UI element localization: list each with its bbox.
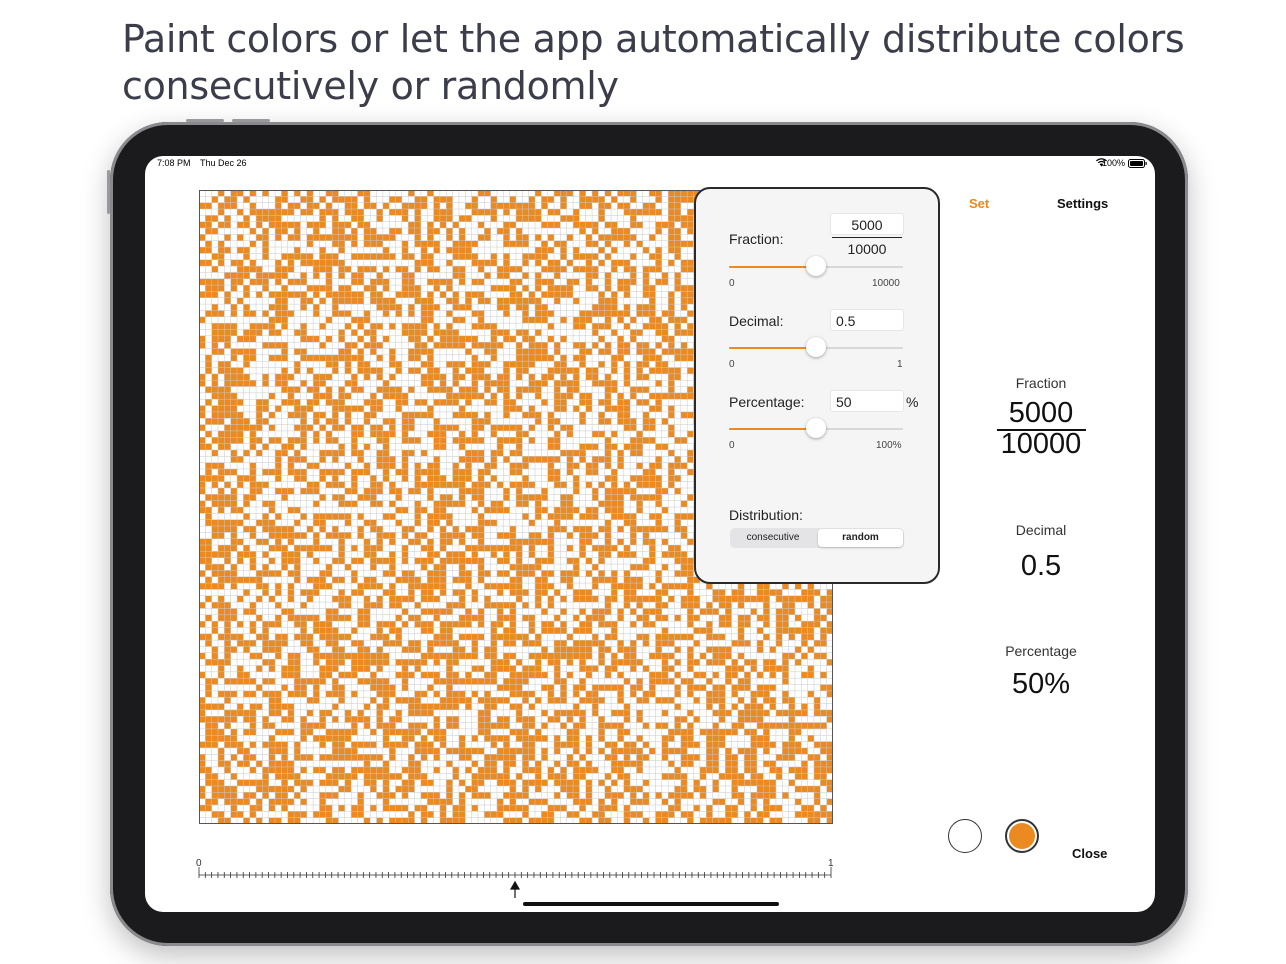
set-popover: Fraction: 5000 10000 0 10000 Decimal: 0.…	[694, 187, 940, 584]
summary-percentage-title: Percentage	[1005, 643, 1077, 659]
home-indicator[interactable]	[523, 902, 779, 906]
summary-decimal-value: 0.5	[1020, 550, 1062, 582]
fraction-label: Fraction:	[729, 231, 784, 247]
percentage-slider-max: 100%	[876, 440, 902, 451]
headline-line-2: consecutively or randomly	[122, 64, 619, 108]
summary-decimal-title: Decimal	[1015, 522, 1067, 538]
decimal-label: Decimal:	[729, 313, 784, 329]
percentage-label: Percentage:	[729, 394, 805, 410]
fraction-slider[interactable]	[729, 256, 903, 278]
fraction-numerator-field[interactable]: 5000	[830, 213, 904, 235]
summary-fraction-denominator: 10000	[1000, 428, 1082, 460]
ruler-scale[interactable]	[198, 862, 834, 902]
swatch-orange[interactable]	[1005, 819, 1039, 853]
ipad-top-button-1	[186, 119, 224, 122]
headline: Paint colors or let the app automaticall…	[122, 16, 1222, 110]
percentage-slider-min: 0	[729, 440, 735, 451]
ipad-screen: 7:08 PM Thu Dec 26 100% 0 1 Fraction: 50…	[145, 156, 1155, 912]
summary-percentage-value: 50%	[1011, 668, 1071, 700]
percentage-slider-thumb[interactable]	[806, 418, 826, 438]
swatch-white[interactable]	[948, 819, 982, 853]
ipad-side-button	[107, 170, 110, 214]
settings-button[interactable]: Settings	[1057, 196, 1108, 211]
headline-line-1: Paint colors or let the app automaticall…	[122, 17, 1185, 61]
fraction-slider-thumb[interactable]	[806, 256, 826, 276]
status-battery-text: 100%	[1101, 158, 1125, 168]
summary-fraction-title: Fraction	[1015, 375, 1067, 391]
percentage-unit: %	[906, 394, 919, 410]
distribution-option-random[interactable]: random	[818, 529, 903, 547]
ruler-marker-arrow-icon[interactable]	[509, 880, 521, 898]
ruler-start-label: 0	[196, 858, 202, 869]
decimal-slider-thumb[interactable]	[806, 337, 826, 357]
decimal-slider-max: 1	[897, 359, 903, 370]
distribution-option-consecutive[interactable]: consecutive	[731, 529, 815, 547]
battery-icon	[1128, 159, 1147, 170]
ruler-ticks	[198, 867, 832, 878]
percentage-slider[interactable]	[729, 418, 903, 440]
swatch-orange-fill	[1009, 823, 1035, 849]
distribution-segmented-control[interactable]: consecutive random	[730, 528, 904, 548]
distribution-label: Distribution:	[729, 507, 803, 523]
decimal-slider-min: 0	[729, 359, 735, 370]
decimal-field[interactable]: 0.5	[830, 309, 904, 331]
status-date: Thu Dec 26	[200, 158, 247, 168]
ruler-end-label: 1	[828, 858, 834, 869]
percentage-slider-fill	[729, 428, 816, 430]
percentage-field[interactable]: 50	[830, 390, 904, 412]
ruler[interactable]: 0 1	[196, 858, 834, 902]
decimal-slider[interactable]	[729, 337, 903, 359]
summary-fraction-numerator: 5000	[1008, 397, 1074, 429]
fraction-slider-fill	[729, 266, 816, 268]
ipad-top-button-2	[232, 119, 270, 122]
fraction-slider-min: 0	[729, 278, 735, 289]
status-time: 7:08 PM	[157, 158, 191, 168]
fraction-slider-max: 10000	[872, 278, 900, 289]
close-button[interactable]: Close	[1072, 846, 1107, 861]
set-button[interactable]: Set	[969, 196, 989, 211]
decimal-slider-fill	[729, 347, 816, 349]
